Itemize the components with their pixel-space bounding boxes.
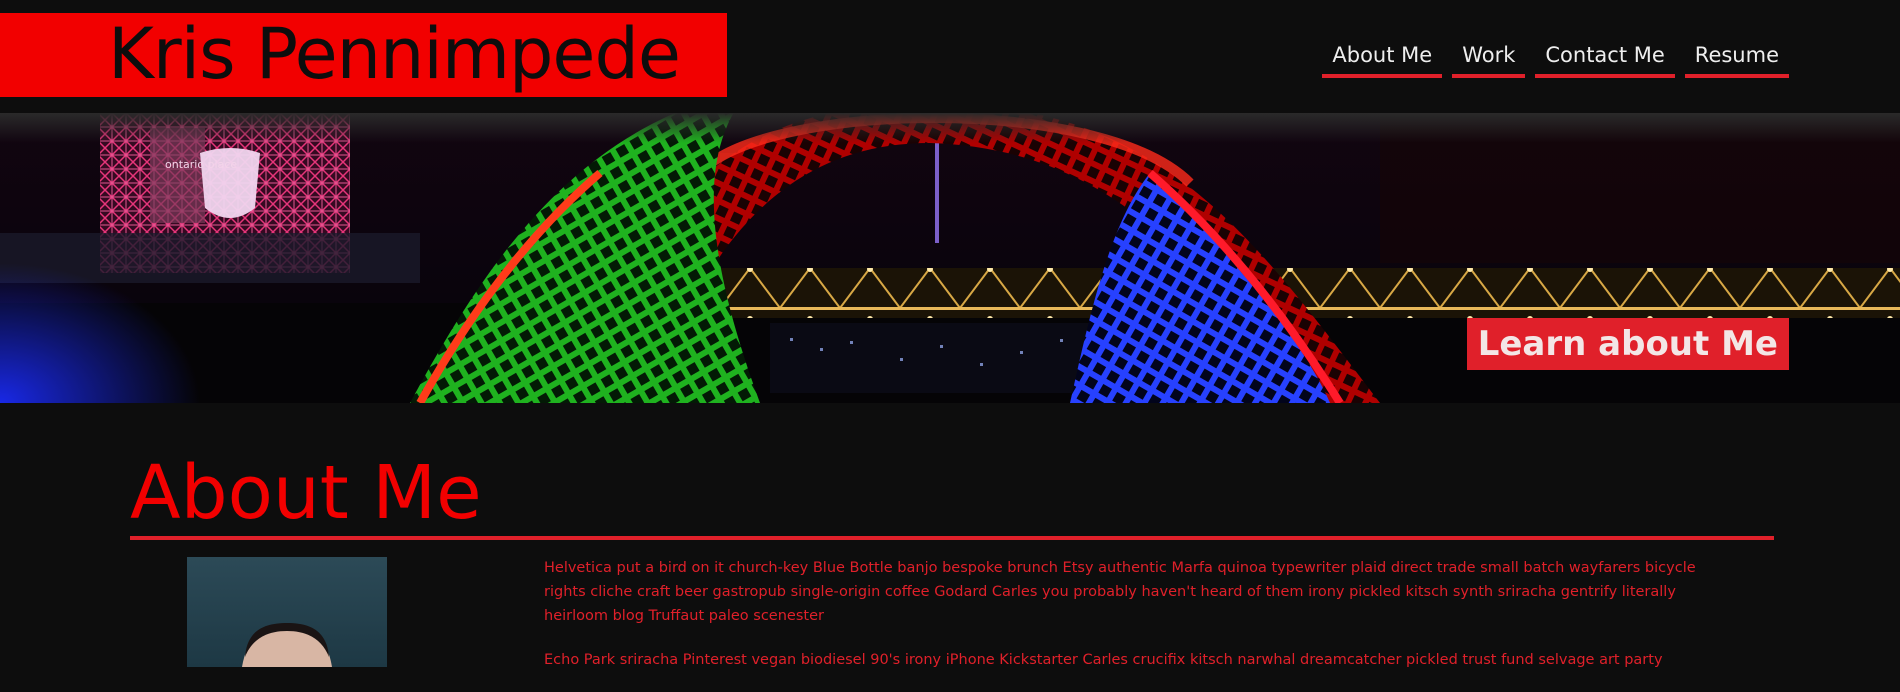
about-heading: About Me: [130, 450, 482, 536]
site-title[interactable]: Kris Pennimpede: [108, 19, 681, 89]
site-header: Kris Pennimpede About Me Work Contact Me…: [0, 0, 1900, 113]
about-divider: [130, 536, 1774, 540]
bio-paragraph: Helvetica put a bird on it church-key Bl…: [544, 560, 1696, 624]
bio-paragraph: Echo Park sriracha Pinterest vegan biodi…: [544, 652, 1663, 668]
hero-top-shadow: [0, 113, 1900, 143]
profile-photo: [187, 557, 387, 667]
nav-work[interactable]: Work: [1452, 42, 1526, 78]
portrait-icon: [242, 623, 332, 667]
site-logo[interactable]: Kris Pennimpede: [0, 13, 727, 97]
nav-contact-me[interactable]: Contact Me: [1535, 42, 1675, 78]
main-nav: About Me Work Contact Me Resume: [1322, 42, 1789, 78]
nav-resume[interactable]: Resume: [1684, 42, 1789, 78]
about-bio: Helvetica put a bird on it church-key Bl…: [544, 556, 1704, 692]
hero-banner: ontario place Learn about Me: [0, 113, 1900, 403]
nav-about-me[interactable]: About Me: [1322, 42, 1443, 78]
sign-text: ontario place: [165, 158, 237, 171]
learn-about-me-button[interactable]: Learn about Me: [1466, 318, 1789, 370]
